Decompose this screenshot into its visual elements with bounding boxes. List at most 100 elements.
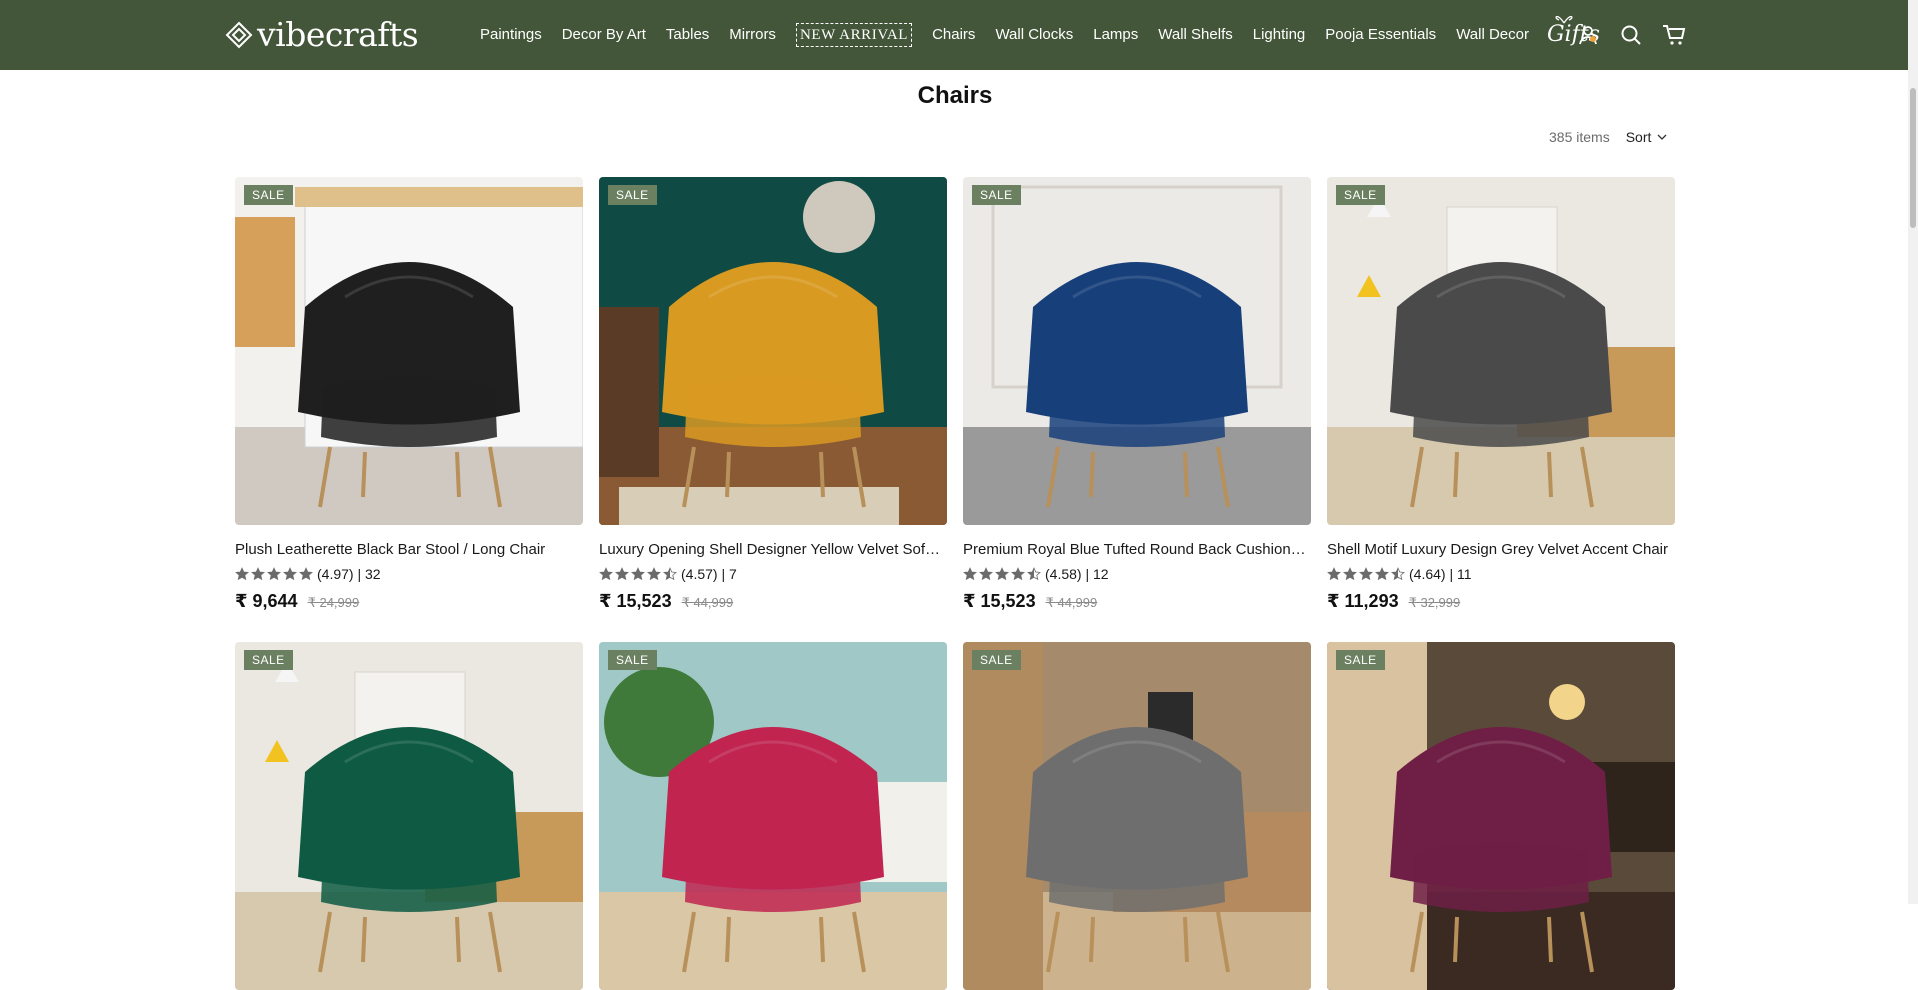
gift-bow-icon bbox=[1555, 15, 1573, 24]
sale-badge: SALE bbox=[244, 650, 293, 670]
chair-photo bbox=[963, 642, 1311, 990]
rating-stars bbox=[1327, 567, 1407, 581]
star-icon bbox=[1375, 567, 1389, 581]
nav-item-wall-clocks[interactable]: Wall Clocks bbox=[995, 24, 1073, 46]
product-image[interactable]: SALE bbox=[1327, 642, 1675, 990]
compare-price: ₹ 32,999 bbox=[1408, 595, 1461, 610]
product-image[interactable]: SALE bbox=[1327, 177, 1675, 525]
chair-photo bbox=[1327, 642, 1675, 990]
chair-photo bbox=[235, 642, 583, 990]
product-card[interactable]: SALE Plush Leatherette Black Bar Stool / … bbox=[235, 177, 583, 612]
product-card[interactable]: SALE Premium Royal Blue Tufted Round Back… bbox=[963, 177, 1311, 612]
nav-item-mirrors[interactable]: Mirrors bbox=[729, 24, 776, 46]
compare-price: ₹ 24,999 bbox=[307, 595, 360, 610]
product-card[interactable]: SALE bbox=[599, 642, 947, 990]
star-icon bbox=[1327, 567, 1341, 581]
nav-item-chairs[interactable]: Chairs bbox=[932, 24, 975, 46]
main-navigation: Paintings Decor By Art Tables Mirrors NEW AR… bbox=[480, 15, 1600, 50]
product-image[interactable]: SALE bbox=[599, 642, 947, 990]
product-price: ₹ 9,644 ₹ 24,999 bbox=[235, 591, 583, 612]
product-title[interactable]: Shell Motif Luxury Design Grey Velvet Ac… bbox=[1327, 541, 1675, 559]
product-card[interactable]: SALE bbox=[235, 642, 583, 990]
site-header: vibecrafts Paintings Decor By Art Tables Mi… bbox=[0, 0, 1918, 70]
compare-price: ₹ 44,999 bbox=[1045, 595, 1098, 610]
chevron-down-icon bbox=[1657, 134, 1667, 140]
sale-badge: SALE bbox=[608, 185, 657, 205]
nav-item-lamps[interactable]: Lamps bbox=[1093, 24, 1138, 46]
product-price: ₹ 11,293 ₹ 32,999 bbox=[1327, 591, 1675, 612]
search-icon[interactable] bbox=[1618, 22, 1644, 48]
page-title: Chairs bbox=[917, 82, 993, 109]
nav-item-new-arrival[interactable]: NEW ARRIVAL bbox=[795, 23, 913, 47]
rating-text: (4.97) | 32 bbox=[317, 566, 381, 582]
scrollbar-thumb[interactable] bbox=[1910, 88, 1916, 228]
logo-mark-icon bbox=[225, 21, 253, 49]
star-icon bbox=[663, 567, 677, 581]
product-card[interactable]: SALE Shell Motif Luxury Design Grey Velve… bbox=[1327, 177, 1675, 612]
page-scrollbar[interactable] bbox=[1908, 0, 1918, 904]
cart-icon[interactable] bbox=[1661, 22, 1687, 48]
star-icon bbox=[647, 567, 661, 581]
nav-item-wall-shelfs[interactable]: Wall Shelfs bbox=[1158, 24, 1232, 46]
product-title[interactable]: Plush Leatherette Black Bar Stool / Long… bbox=[235, 541, 583, 559]
star-icon bbox=[1391, 567, 1405, 581]
sale-badge: SALE bbox=[1336, 650, 1385, 670]
product-rating: (4.97) | 32 bbox=[235, 565, 583, 583]
sale-price: ₹ 9,644 bbox=[235, 591, 298, 611]
chair-photo bbox=[235, 177, 583, 525]
chair-photo bbox=[599, 642, 947, 990]
product-title[interactable]: Luxury Opening Shell Designer Yellow Vel… bbox=[599, 541, 947, 559]
star-icon bbox=[251, 567, 265, 581]
rating-text: (4.58) | 12 bbox=[1045, 566, 1109, 582]
product-rating: (4.64) | 11 bbox=[1327, 565, 1675, 583]
rating-stars bbox=[599, 567, 679, 581]
star-icon bbox=[995, 567, 1009, 581]
product-title[interactable]: Premium Royal Blue Tufted Round Back Cus… bbox=[963, 541, 1311, 559]
sale-badge: SALE bbox=[608, 650, 657, 670]
sort-dropdown[interactable]: Sort bbox=[1626, 129, 1668, 145]
rating-stars bbox=[235, 567, 315, 581]
nav-item-wall-decor[interactable]: Wall Decor bbox=[1456, 24, 1529, 46]
star-icon bbox=[1343, 567, 1357, 581]
nav-item-tables[interactable]: Tables bbox=[666, 24, 709, 46]
product-grid: SALE Plush Leatherette Black Bar Stool / … bbox=[235, 177, 1675, 990]
rating-stars bbox=[963, 567, 1043, 581]
star-icon bbox=[615, 567, 629, 581]
product-price: ₹ 15,523 ₹ 44,999 bbox=[599, 591, 947, 612]
chair-photo bbox=[599, 177, 947, 525]
nav-item-pooja-essentials[interactable]: Pooja Essentials bbox=[1325, 24, 1436, 46]
product-image[interactable]: SALE bbox=[963, 642, 1311, 990]
star-icon bbox=[283, 567, 297, 581]
product-card[interactable]: SALE bbox=[963, 642, 1311, 990]
product-rating: (4.58) | 12 bbox=[963, 565, 1311, 583]
product-image[interactable]: SALE bbox=[235, 177, 583, 525]
product-image[interactable]: SALE bbox=[599, 177, 947, 525]
star-icon bbox=[631, 567, 645, 581]
sale-price: ₹ 15,523 bbox=[599, 591, 672, 611]
chair-photo bbox=[1327, 177, 1675, 525]
nav-item-paintings[interactable]: Paintings bbox=[480, 24, 542, 46]
chair-photo bbox=[963, 177, 1311, 525]
sale-badge: SALE bbox=[1336, 185, 1385, 205]
product-image[interactable]: SALE bbox=[235, 642, 583, 990]
sale-badge: SALE bbox=[972, 185, 1021, 205]
star-icon bbox=[979, 567, 993, 581]
star-icon bbox=[299, 567, 313, 581]
product-card[interactable]: SALE bbox=[1327, 642, 1675, 990]
brand-logo[interactable]: vibecrafts bbox=[225, 15, 419, 54]
account-icon[interactable] bbox=[1575, 22, 1601, 48]
star-icon bbox=[1027, 567, 1041, 581]
compare-price: ₹ 44,999 bbox=[681, 595, 734, 610]
collection-toolbar: 385 items Sort bbox=[1549, 129, 1667, 145]
sale-price: ₹ 15,523 bbox=[963, 591, 1036, 611]
star-icon bbox=[963, 567, 977, 581]
nav-item-decor-by-art[interactable]: Decor By Art bbox=[562, 24, 646, 46]
brand-name: vibecrafts bbox=[257, 15, 419, 54]
sale-badge: SALE bbox=[244, 185, 293, 205]
star-icon bbox=[599, 567, 613, 581]
star-icon bbox=[267, 567, 281, 581]
sale-badge: SALE bbox=[972, 650, 1021, 670]
nav-item-lighting[interactable]: Lighting bbox=[1253, 24, 1306, 46]
product-image[interactable]: SALE bbox=[963, 177, 1311, 525]
product-card[interactable]: SALE Luxury Opening Shell Designer Yellow… bbox=[599, 177, 947, 612]
